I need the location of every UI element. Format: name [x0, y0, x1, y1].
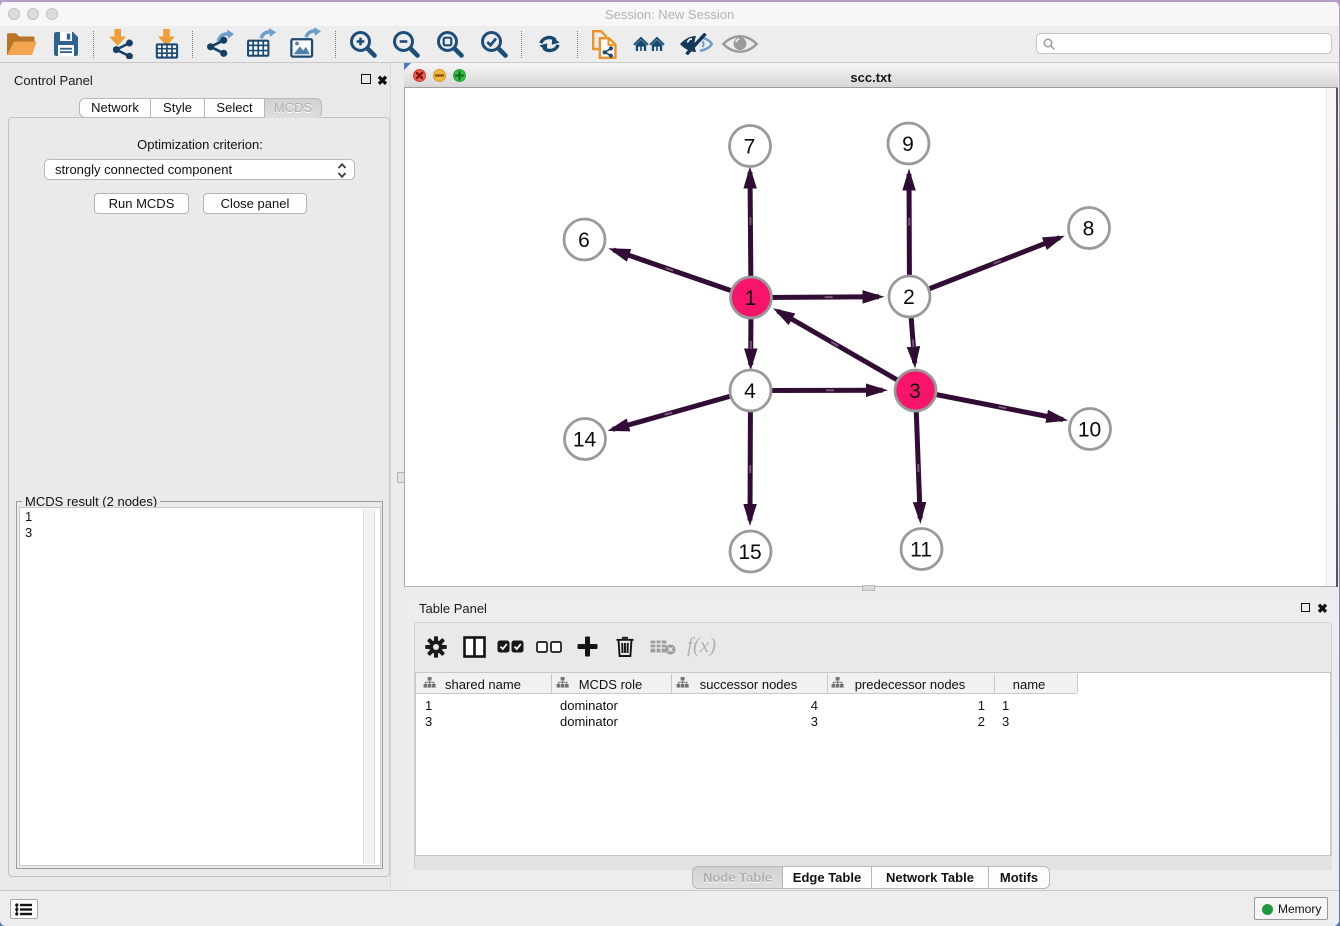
- svg-text:9: 9: [902, 133, 914, 156]
- svg-text:3: 3: [909, 380, 921, 403]
- svg-text:4: 4: [744, 380, 756, 403]
- svg-text:7: 7: [744, 136, 756, 159]
- svg-text:8: 8: [1083, 218, 1095, 241]
- svg-text:15: 15: [738, 541, 761, 564]
- svg-text:2: 2: [903, 286, 915, 309]
- svg-text:10: 10: [1078, 419, 1101, 442]
- svg-text:6: 6: [578, 229, 590, 252]
- svg-text:14: 14: [573, 429, 597, 452]
- svg-text:11: 11: [910, 539, 932, 562]
- svg-text:1: 1: [745, 287, 757, 310]
